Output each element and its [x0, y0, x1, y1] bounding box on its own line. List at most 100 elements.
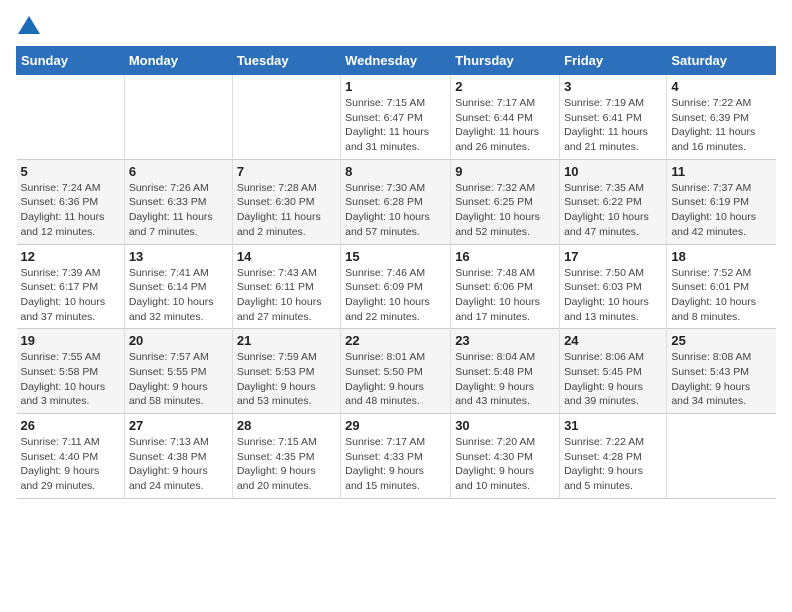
- day-number: 4: [671, 79, 771, 94]
- calendar-cell: 25Sunrise: 8:08 AM Sunset: 5:43 PM Dayli…: [667, 329, 776, 414]
- day-number: 2: [455, 79, 555, 94]
- calendar-cell: 26 Sunrise: 7:11 AM Sunset: 4:40 PM Dayli…: [17, 414, 125, 499]
- calendar-cell: [17, 75, 125, 160]
- calendar-cell: 19 Sunrise: 7:55 AM Sunset: 5:58 PM Dayli…: [17, 329, 125, 414]
- column-header-monday: Monday: [124, 47, 232, 75]
- day-info: Sunrise: 7:55 AM Sunset: 5:58 PM Dayligh…: [21, 350, 120, 409]
- day-number: 8: [345, 164, 446, 179]
- day-info: Sunrise: 8:01 AM Sunset: 5:50 PM Dayligh…: [345, 350, 446, 409]
- day-number: 14: [237, 249, 336, 264]
- day-info: Sunrise: 8:04 AM Sunset: 5:48 PM Dayligh…: [455, 350, 555, 409]
- day-info: Sunrise: 7:32 AM Sunset: 6:25 PM Dayligh…: [455, 181, 555, 240]
- calendar-header-row: SundayMondayTuesdayWednesdayThursdayFrid…: [17, 47, 776, 75]
- day-info: Sunrise: 7:35 AM Sunset: 6:22 PM Dayligh…: [564, 181, 662, 240]
- day-number: 30: [455, 418, 555, 433]
- calendar-cell: 28 Sunrise: 7:15 AM Sunset: 4:35 PM Dayli…: [232, 414, 340, 499]
- day-number: 10: [564, 164, 662, 179]
- day-info: Sunrise: 7:48 AM Sunset: 6:06 PM Dayligh…: [455, 266, 555, 325]
- page-header: [16, 16, 776, 34]
- calendar-cell: 8 Sunrise: 7:30 AM Sunset: 6:28 PM Daylig…: [341, 159, 451, 244]
- calendar-cell: 30Sunrise: 7:20 AM Sunset: 4:30 PM Dayli…: [451, 414, 560, 499]
- logo: [16, 16, 40, 34]
- day-number: 3: [564, 79, 662, 94]
- column-header-friday: Friday: [560, 47, 667, 75]
- calendar-cell: 14 Sunrise: 7:43 AM Sunset: 6:11 PM Dayli…: [232, 244, 340, 329]
- day-number: 24: [564, 333, 662, 348]
- day-number: 31: [564, 418, 662, 433]
- day-info: Sunrise: 7:41 AM Sunset: 6:14 PM Dayligh…: [129, 266, 228, 325]
- day-number: 1: [345, 79, 446, 94]
- calendar-cell: 13 Sunrise: 7:41 AM Sunset: 6:14 PM Dayli…: [124, 244, 232, 329]
- day-number: 12: [21, 249, 120, 264]
- day-info: Sunrise: 7:11 AM Sunset: 4:40 PM Dayligh…: [21, 435, 120, 494]
- day-info: Sunrise: 7:59 AM Sunset: 5:53 PM Dayligh…: [237, 350, 336, 409]
- calendar-cell: 27 Sunrise: 7:13 AM Sunset: 4:38 PM Dayli…: [124, 414, 232, 499]
- calendar-cell: 2 Sunrise: 7:17 AM Sunset: 6:44 PM Daylig…: [451, 75, 560, 160]
- calendar-cell: 1Sunrise: 7:15 AM Sunset: 6:47 PM Daylig…: [341, 75, 451, 160]
- day-number: 20: [129, 333, 228, 348]
- day-number: 22: [345, 333, 446, 348]
- day-info: Sunrise: 7:28 AM Sunset: 6:30 PM Dayligh…: [237, 181, 336, 240]
- day-number: 16: [455, 249, 555, 264]
- calendar-cell: 6 Sunrise: 7:26 AM Sunset: 6:33 PM Daylig…: [124, 159, 232, 244]
- day-number: 19: [21, 333, 120, 348]
- day-number: 26: [21, 418, 120, 433]
- calendar-week-3: 12 Sunrise: 7:39 AM Sunset: 6:17 PM Dayli…: [17, 244, 776, 329]
- column-header-saturday: Saturday: [667, 47, 776, 75]
- day-number: 9: [455, 164, 555, 179]
- column-header-tuesday: Tuesday: [232, 47, 340, 75]
- day-number: 11: [671, 164, 771, 179]
- day-number: 29: [345, 418, 446, 433]
- day-info: Sunrise: 7:15 AM Sunset: 4:35 PM Dayligh…: [237, 435, 336, 494]
- day-number: 6: [129, 164, 228, 179]
- day-number: 5: [21, 164, 120, 179]
- day-number: 18: [671, 249, 771, 264]
- day-info: Sunrise: 7:24 AM Sunset: 6:36 PM Dayligh…: [21, 181, 120, 240]
- day-info: Sunrise: 7:43 AM Sunset: 6:11 PM Dayligh…: [237, 266, 336, 325]
- calendar-cell: 12 Sunrise: 7:39 AM Sunset: 6:17 PM Dayli…: [17, 244, 125, 329]
- calendar-cell: 7 Sunrise: 7:28 AM Sunset: 6:30 PM Daylig…: [232, 159, 340, 244]
- day-info: Sunrise: 7:50 AM Sunset: 6:03 PM Dayligh…: [564, 266, 662, 325]
- day-number: 13: [129, 249, 228, 264]
- calendar-cell: 9 Sunrise: 7:32 AM Sunset: 6:25 PM Daylig…: [451, 159, 560, 244]
- day-info: Sunrise: 7:17 AM Sunset: 6:44 PM Dayligh…: [455, 96, 555, 155]
- day-info: Sunrise: 7:19 AM Sunset: 6:41 PM Dayligh…: [564, 96, 662, 155]
- day-info: Sunrise: 7:46 AM Sunset: 6:09 PM Dayligh…: [345, 266, 446, 325]
- calendar-cell: 5 Sunrise: 7:24 AM Sunset: 6:36 PM Daylig…: [17, 159, 125, 244]
- calendar-cell: 21Sunrise: 7:59 AM Sunset: 5:53 PM Dayli…: [232, 329, 340, 414]
- calendar-cell: 24 Sunrise: 8:06 AM Sunset: 5:45 PM Dayli…: [560, 329, 667, 414]
- calendar-cell: 4 Sunrise: 7:22 AM Sunset: 6:39 PM Daylig…: [667, 75, 776, 160]
- calendar-week-2: 5 Sunrise: 7:24 AM Sunset: 6:36 PM Daylig…: [17, 159, 776, 244]
- calendar-week-1: 1Sunrise: 7:15 AM Sunset: 6:47 PM Daylig…: [17, 75, 776, 160]
- column-header-wednesday: Wednesday: [341, 47, 451, 75]
- day-number: 27: [129, 418, 228, 433]
- calendar-cell: 23 Sunrise: 8:04 AM Sunset: 5:48 PM Dayli…: [451, 329, 560, 414]
- calendar-cell: 15 Sunrise: 7:46 AM Sunset: 6:09 PM Dayli…: [341, 244, 451, 329]
- day-number: 17: [564, 249, 662, 264]
- calendar-cell: 20 Sunrise: 7:57 AM Sunset: 5:55 PM Dayli…: [124, 329, 232, 414]
- day-info: Sunrise: 8:06 AM Sunset: 5:45 PM Dayligh…: [564, 350, 662, 409]
- day-number: 25: [671, 333, 771, 348]
- day-info: Sunrise: 7:39 AM Sunset: 6:17 PM Dayligh…: [21, 266, 120, 325]
- calendar-cell: 10 Sunrise: 7:35 AM Sunset: 6:22 PM Dayli…: [560, 159, 667, 244]
- calendar-cell: 31 Sunrise: 7:22 AM Sunset: 4:28 PM Dayli…: [560, 414, 667, 499]
- day-info: Sunrise: 7:52 AM Sunset: 6:01 PM Dayligh…: [671, 266, 771, 325]
- calendar-cell: [232, 75, 340, 160]
- day-info: Sunrise: 7:30 AM Sunset: 6:28 PM Dayligh…: [345, 181, 446, 240]
- day-number: 7: [237, 164, 336, 179]
- calendar-cell: 18 Sunrise: 7:52 AM Sunset: 6:01 PM Dayli…: [667, 244, 776, 329]
- calendar-cell: [667, 414, 776, 499]
- calendar-cell: 22 Sunrise: 8:01 AM Sunset: 5:50 PM Dayli…: [341, 329, 451, 414]
- day-info: Sunrise: 7:26 AM Sunset: 6:33 PM Dayligh…: [129, 181, 228, 240]
- calendar-cell: 29Sunrise: 7:17 AM Sunset: 4:33 PM Dayli…: [341, 414, 451, 499]
- logo-icon: [18, 16, 40, 34]
- day-info: Sunrise: 7:22 AM Sunset: 6:39 PM Dayligh…: [671, 96, 771, 155]
- day-info: Sunrise: 7:13 AM Sunset: 4:38 PM Dayligh…: [129, 435, 228, 494]
- day-info: Sunrise: 7:57 AM Sunset: 5:55 PM Dayligh…: [129, 350, 228, 409]
- day-info: Sunrise: 7:22 AM Sunset: 4:28 PM Dayligh…: [564, 435, 662, 494]
- calendar-week-4: 19 Sunrise: 7:55 AM Sunset: 5:58 PM Dayli…: [17, 329, 776, 414]
- day-number: 15: [345, 249, 446, 264]
- day-number: 28: [237, 418, 336, 433]
- day-number: 23: [455, 333, 555, 348]
- column-header-sunday: Sunday: [17, 47, 125, 75]
